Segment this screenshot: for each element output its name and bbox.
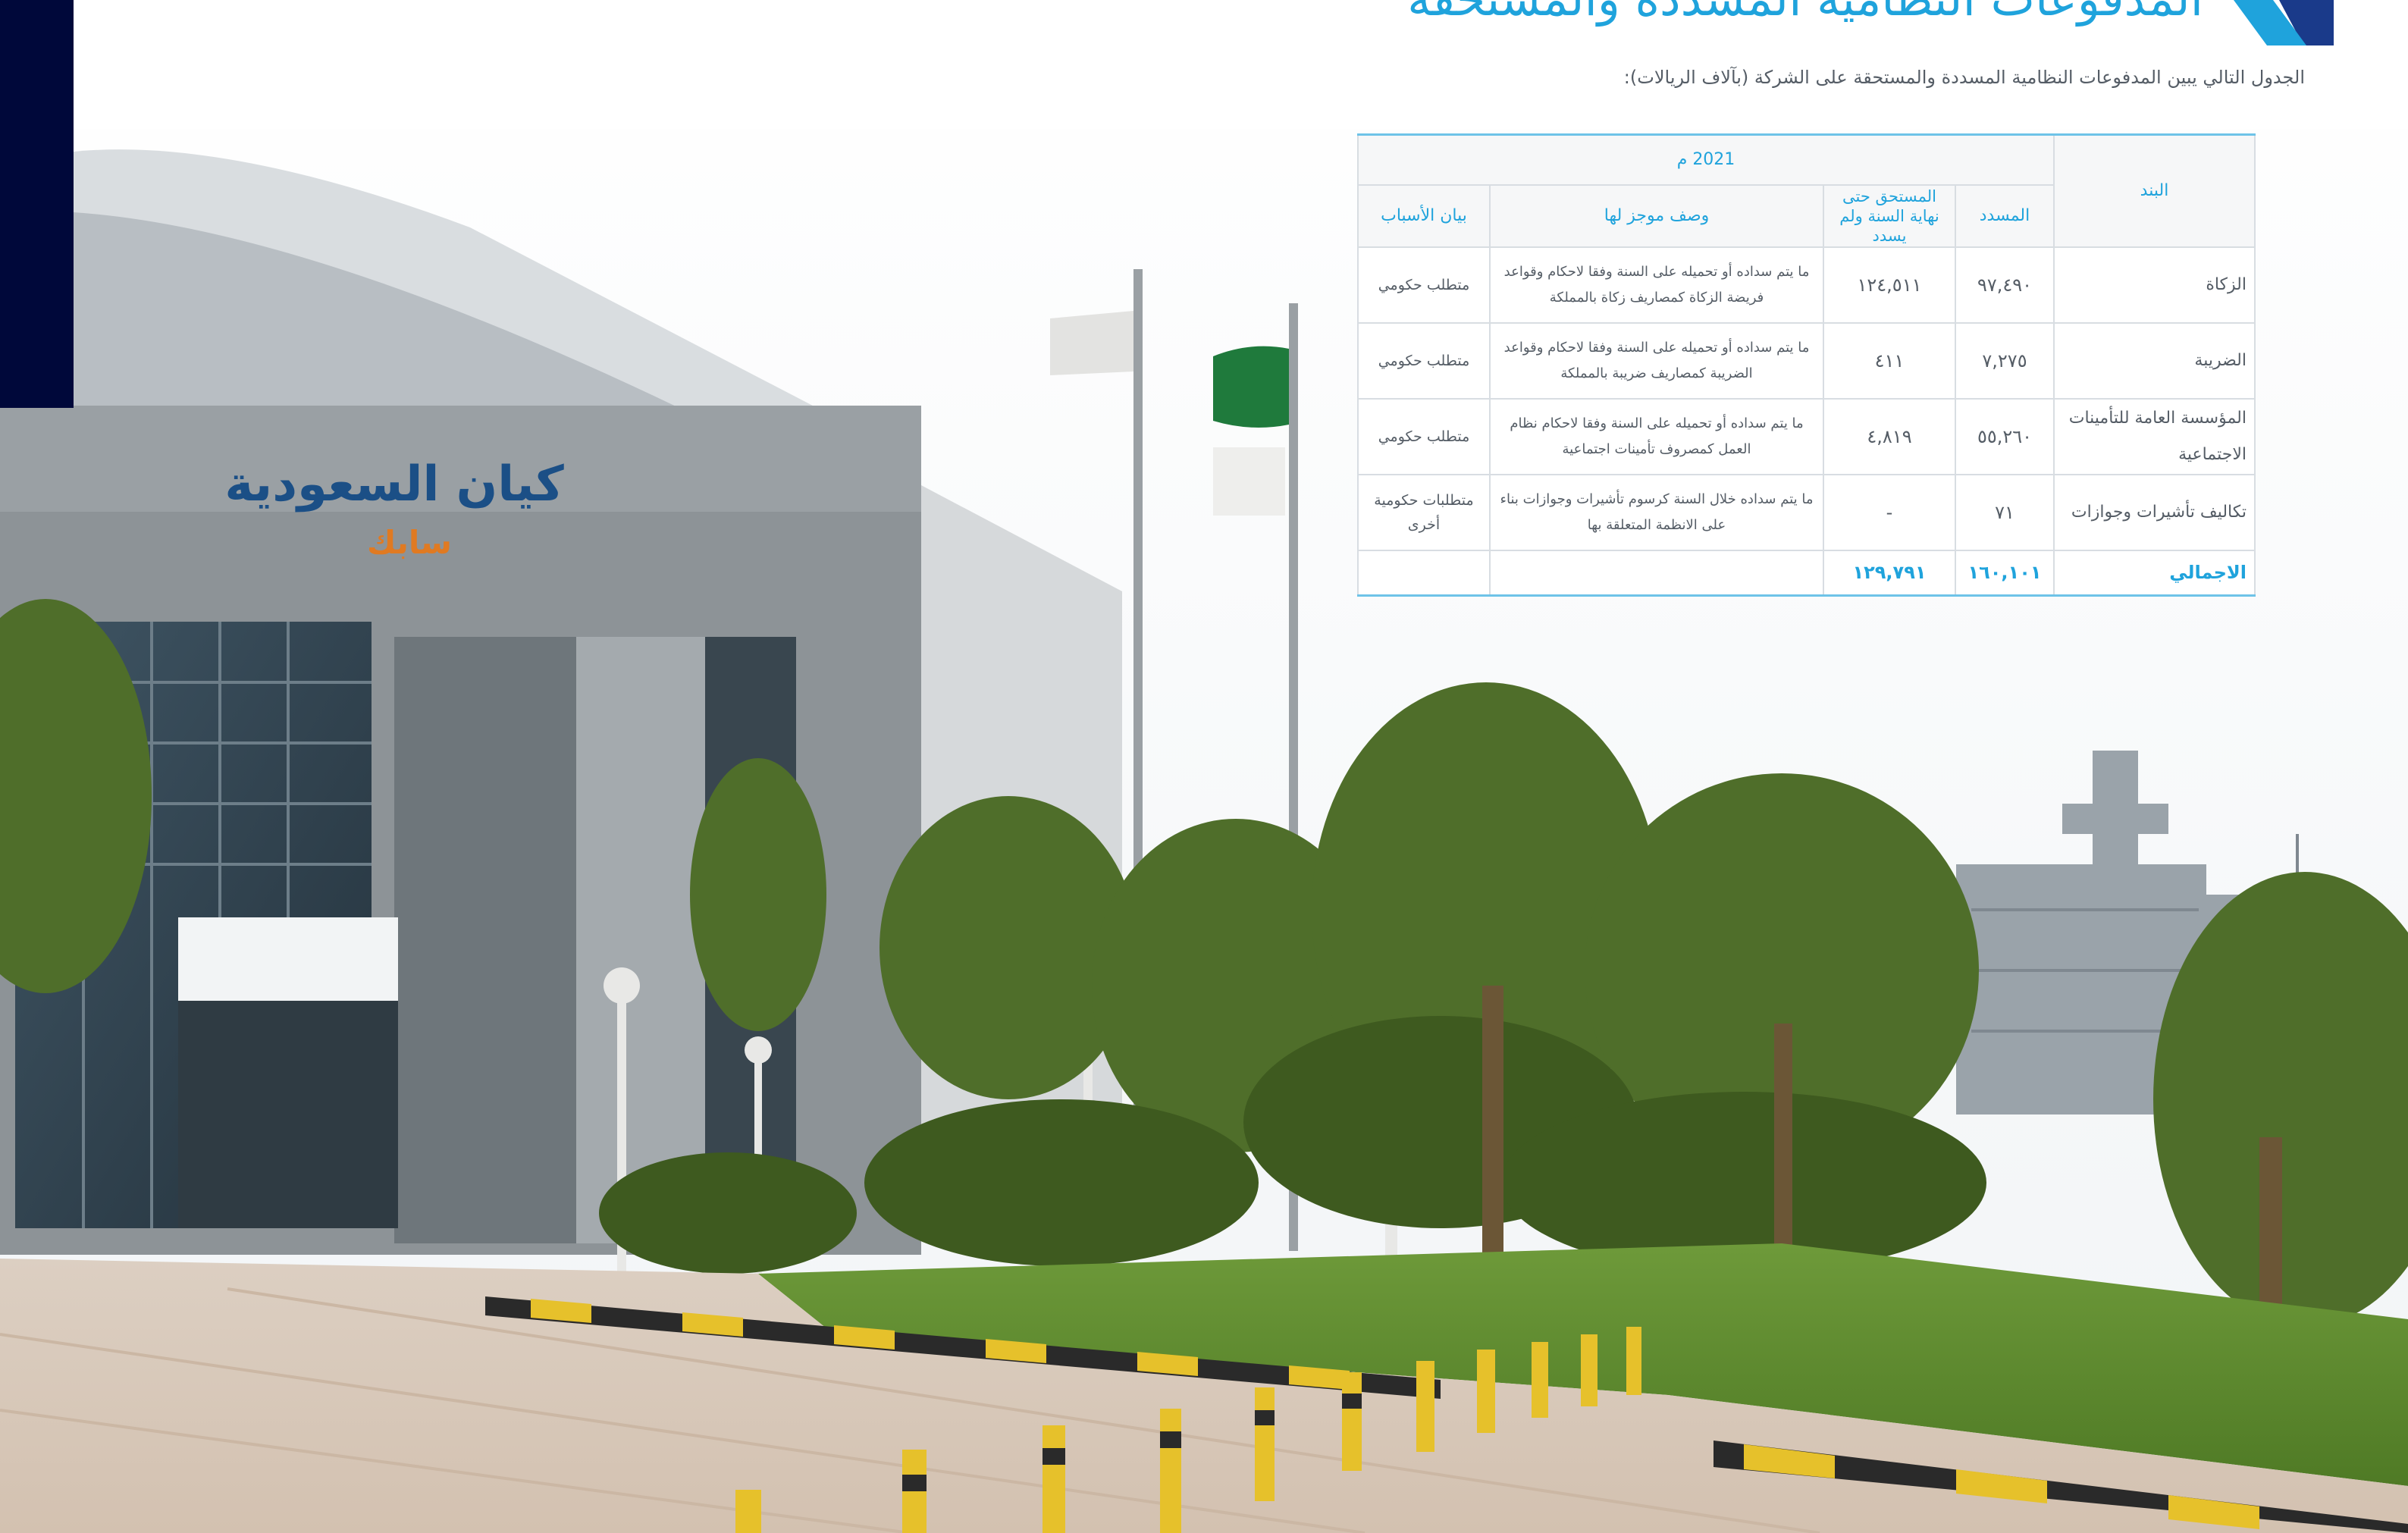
row-reason: متطلب حكومي: [1357, 397, 1491, 475]
payments-table: البند 2021 م المسدد المستحق حتى نهاية ال…: [1357, 133, 2256, 597]
table-row: الزكاة ٩٧,٤٩٠ ١٢٤,٥١١ ما يتم سداده أو تح…: [1357, 246, 2256, 324]
total-empty-reason: [1357, 549, 1491, 597]
row-due: ٤١١: [1823, 321, 1956, 400]
total-due: ١٢٩,٧٩١: [1823, 549, 1956, 597]
row-paid: ٧١: [1955, 473, 2055, 551]
row-reason: متطلب حكومي: [1357, 246, 1491, 324]
sign-line-2: سابك: [367, 524, 452, 561]
header-item: البند: [2053, 133, 2256, 248]
total-paid: ١٦٠,١٠١: [1955, 549, 2055, 597]
row-paid: ٧,٢٧٥: [1955, 321, 2055, 400]
header-paid: المسدد: [1955, 183, 2055, 248]
row-due: ١٢٤,٥١١: [1823, 246, 1956, 324]
row-description: ما يتم سداده أو تحميله على السنة وفقا لا…: [1489, 246, 1824, 324]
chevron-logo-icon: [2234, 0, 2334, 45]
row-item: الضريبة: [2053, 321, 2256, 400]
table-row: تكاليف تأشيرات وجوازات ٧١ - ما يتم سداده…: [1357, 473, 2256, 551]
intro-text: الجدول التالي يبين المدفوعات النظامية ال…: [1623, 67, 2305, 88]
row-reason: متطلب حكومي: [1357, 321, 1491, 400]
table-total-row: الاجمالي ١٦٠,١٠١ ١٢٩,٧٩١: [1357, 549, 2256, 597]
header-reasons: بيان الأسباب: [1357, 183, 1491, 248]
sign-line-1: كيان السعودية: [224, 456, 564, 513]
table-row: الضريبة ٧,٢٧٥ ٤١١ ما يتم سداده أو تحميله…: [1357, 321, 2256, 400]
row-paid: ٥٥,٢٦٠: [1955, 397, 2055, 475]
table-row: المؤسسة العامة للتأمينات الاجتماعية ٥٥,٢…: [1357, 397, 2256, 475]
navy-accent-bar: [0, 0, 74, 408]
total-empty-description: [1489, 549, 1824, 597]
table-header-row-1: البند 2021 م: [1357, 133, 2256, 248]
page-title: المدفوعات النظامية المسددة والمستحقة: [1407, 0, 2203, 27]
row-item: الزكاة: [2053, 246, 2256, 324]
header-year: 2021 م: [1357, 133, 2055, 186]
total-label: الاجمالي: [2053, 549, 2256, 597]
row-paid: ٩٧,٤٩٠: [1955, 246, 2055, 324]
row-description: ما يتم سداده أو تحميله على السنة وفقا لا…: [1489, 321, 1824, 400]
row-description: ما يتم سداده أو تحميله على السنة وفقا لا…: [1489, 397, 1824, 475]
heading-wrap: المدفوعات النظامية المسددة والمستحقة: [1119, 0, 2408, 47]
row-item: المؤسسة العامة للتأمينات الاجتماعية: [2053, 397, 2256, 475]
row-reason: متطلبات حكومية أخرى: [1357, 473, 1491, 551]
row-due: ٤,٨١٩: [1823, 397, 1956, 475]
row-due: -: [1823, 473, 1956, 551]
row-item: تكاليف تأشيرات وجوازات: [2053, 473, 2256, 551]
row-description: ما يتم سداده خلال السنة كرسوم تأشيرات وج…: [1489, 473, 1824, 551]
header-description: وصف موجز لها: [1489, 183, 1824, 248]
header-due: المستحق حتى نهاية السنة ولم يسدد: [1823, 183, 1956, 248]
